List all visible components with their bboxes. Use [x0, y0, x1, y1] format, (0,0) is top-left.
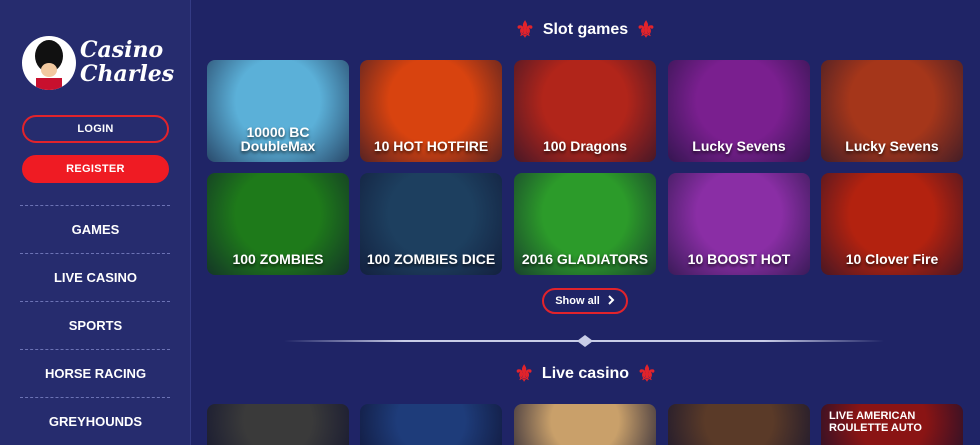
game-tile[interactable]: 10000 BC DoubleMax [207, 60, 349, 162]
fleur-de-lis-icon: ⚜ [514, 361, 534, 386]
divider-ornament [577, 335, 593, 347]
game-tile[interactable]: 100 ZOMBIES DICE [360, 173, 502, 275]
fleur-de-lis-icon: ⚜ [515, 17, 535, 42]
game-title: 100 ZOMBIES DICE [366, 251, 496, 268]
register-button[interactable]: REGISTER [22, 155, 169, 183]
chevron-right-icon [608, 294, 615, 308]
guard-avatar-icon [22, 36, 76, 90]
slot-games-heading: ⚜ Slot games ⚜ [191, 18, 980, 42]
nav-divider [20, 301, 170, 302]
nav-divider [20, 253, 170, 254]
logo-text: Casino Charles [80, 38, 174, 86]
live-casino-title: Live casino [541, 365, 630, 382]
logo-line-2: Charles [80, 61, 175, 87]
game-title: 100 Dragons [542, 138, 628, 155]
live-game-tile[interactable] [668, 404, 810, 445]
live-game-title: LIVE AMERICAN ROULETTE AUTO [829, 410, 922, 434]
game-title: 10000 BC DoubleMax [240, 123, 316, 155]
game-tile[interactable]: 2016 GLADIATORS [514, 173, 656, 275]
game-tile[interactable]: 100 ZOMBIES [207, 173, 349, 275]
nav-item-greyhounds[interactable]: GREYHOUNDS [0, 414, 191, 429]
game-tile[interactable]: 10 HOT HOTFIRE [360, 60, 502, 162]
game-title: 10 Clover Fire [845, 251, 939, 268]
game-title: 2016 GLADIATORS [521, 251, 649, 268]
live-game-tile[interactable] [514, 404, 656, 445]
game-tile[interactable]: 10 Clover Fire [821, 173, 963, 275]
nav-divider [20, 349, 170, 350]
nav-divider [20, 205, 170, 206]
live-game-tile[interactable] [207, 404, 349, 445]
sidebar: Casino Charles LOGIN REGISTER GAMES LIVE… [0, 0, 191, 445]
casino-charles-logo[interactable]: Casino Charles [22, 36, 174, 94]
game-title: 100 ZOMBIES [232, 251, 324, 268]
fleur-de-lis-icon: ⚜ [637, 361, 657, 386]
game-title: Lucky Sevens [845, 138, 939, 155]
game-tile[interactable]: Lucky Sevens [821, 60, 963, 162]
login-button[interactable]: LOGIN [22, 115, 169, 143]
game-tile[interactable]: 10 BOOST HOT [668, 173, 810, 275]
nav-item-games[interactable]: GAMES [0, 222, 191, 237]
live-game-tile[interactable]: LIVE AMERICAN ROULETTE AUTO [821, 404, 963, 445]
game-title: Lucky Sevens [692, 138, 786, 155]
fleur-de-lis-icon: ⚜ [636, 17, 656, 42]
main-content: ⚜ Slot games ⚜ 10000 BC DoubleMax 10 HOT… [191, 0, 980, 445]
nav-item-horse-racing[interactable]: HORSE RACING [0, 366, 191, 381]
nav-divider [20, 397, 170, 398]
nav-item-live-casino[interactable]: LIVE CASINO [0, 270, 191, 285]
show-all-button[interactable]: Show all [542, 288, 628, 314]
game-title: 10 BOOST HOT [687, 251, 791, 268]
logo-line-1: Casino [80, 37, 164, 63]
slot-games-title: Slot games [542, 21, 629, 38]
game-title: 10 HOT HOTFIRE [373, 138, 489, 155]
nav-item-sports[interactable]: SPORTS [0, 318, 191, 333]
game-tile[interactable]: 100 Dragons [514, 60, 656, 162]
live-game-tile[interactable] [360, 404, 502, 445]
game-tile[interactable]: Lucky Sevens [668, 60, 810, 162]
show-all-label: Show all [555, 295, 600, 307]
live-casino-heading: ⚜ Live casino ⚜ [191, 362, 980, 386]
